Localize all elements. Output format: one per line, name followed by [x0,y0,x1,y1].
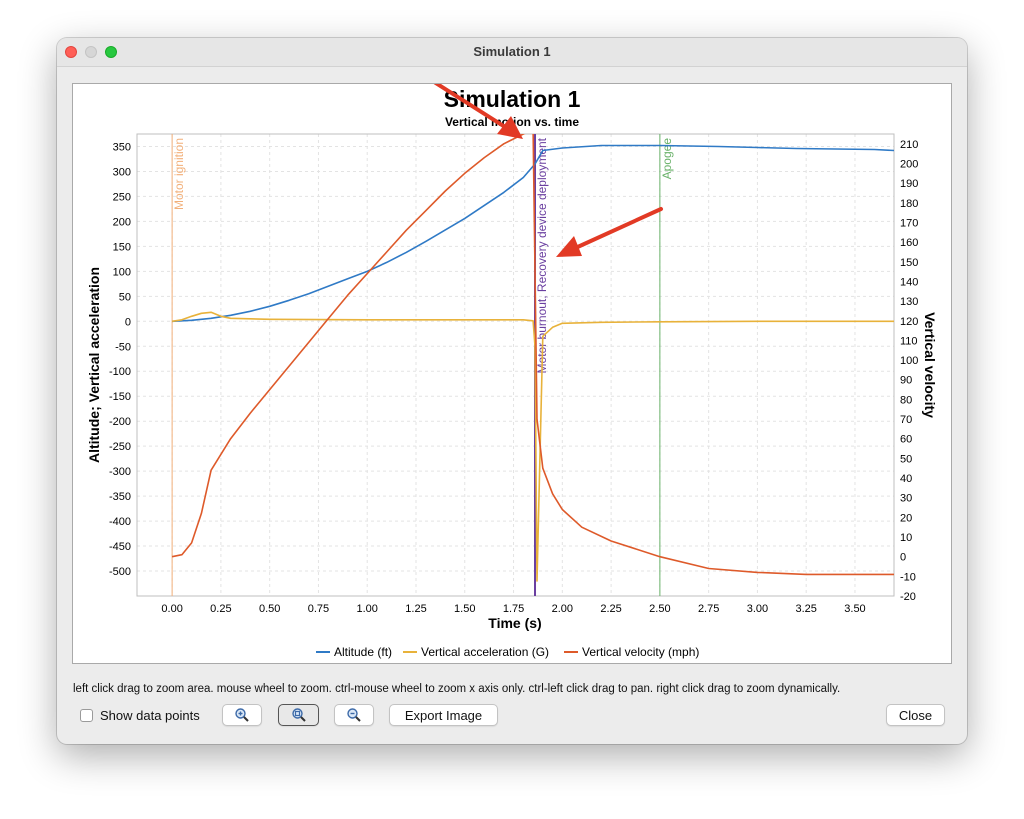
right-tick-label: 190 [900,178,918,190]
export-image-button[interactable]: Export Image [389,704,498,726]
show-data-points-checkbox[interactable] [80,708,93,722]
left-tick-label: -200 [109,416,131,428]
legend-velocity-label: Vertical velocity (mph) [582,645,699,659]
zoom-fit-icon [291,708,306,722]
x-tick-label: 0.50 [259,603,280,615]
x-tick-label: 0.25 [210,603,231,615]
left-tick-label: -300 [109,466,131,478]
x-tick-label: 1.50 [454,603,475,615]
event-label: Motor ignition [172,138,186,210]
x-axis-ticks: 0.00 0.25 0.50 0.75 1.00 1.25 1.50 1.75 2.00 2.25… [161,603,865,615]
x-tick-label: 3.25 [795,603,816,615]
left-axis-ticks: 350 300 250 200 150 100 50 0 -50 -100 -150 -200 -250… [109,141,131,578]
left-tick-label: 100 [113,266,131,278]
zoom-in-button[interactable] [222,704,262,726]
left-tick-label: -150 [109,391,131,403]
annotation-arrow-middle [556,207,663,257]
right-tick-label: 70 [900,414,912,426]
zoom-fit-button[interactable] [278,704,319,726]
left-tick-label: 250 [113,191,131,203]
x-tick-label: 1.00 [357,603,378,615]
x-tick-label: 0.75 [308,603,329,615]
right-tick-label: 200 [900,158,918,170]
x-tick-label: 3.50 [844,603,865,615]
data-series [171,134,894,582]
left-tick-label: -350 [109,491,131,503]
right-tick-label: 130 [900,296,918,308]
left-tick-label: -50 [115,341,131,353]
left-tick-label: 0 [125,316,131,328]
zoom-instructions: left click drag to zoom area. mouse whee… [73,683,841,695]
chart-svg[interactable]: Simulation 1 Vertical motion vs. time Mo… [73,84,951,663]
plot-area[interactable] [136,133,895,597]
right-tick-label: 110 [900,335,918,347]
right-tick-label: 40 [900,473,912,485]
chart-panel[interactable]: Simulation 1 Vertical motion vs. time Mo… [72,83,952,664]
x-tick-label: 0.00 [161,603,182,615]
x-tick-label: 2.75 [698,603,719,615]
left-tick-label: -250 [109,441,131,453]
event-label: Apogee [660,138,674,180]
right-tick-label: 150 [900,257,918,269]
show-data-points-toggle[interactable]: Show data points [80,706,200,724]
right-tick-label: 100 [900,355,918,367]
left-tick-label: 50 [119,291,131,303]
close-button[interactable]: Close [886,704,945,726]
legend-acceleration-label: Vertical acceleration (G) [421,645,549,659]
title-bar[interactable]: Simulation 1 [57,38,967,67]
right-tick-label: 60 [900,434,912,446]
right-tick-label: -10 [900,571,916,583]
x-tick-label: 3.00 [747,603,768,615]
x-axis-label: Time (s) [488,615,541,631]
left-tick-label: 300 [113,166,131,178]
left-tick-label: 350 [113,141,131,153]
legend-altitude-label: Altitude (ft) [334,645,392,659]
zoom-out-button[interactable] [334,704,374,726]
left-axis-label: Altitude; Vertical acceleration [86,267,102,463]
left-tick-label: -400 [109,516,131,528]
right-tick-label: 20 [900,512,912,524]
right-axis-label: Vertical velocity [922,312,938,418]
right-tick-label: 50 [900,453,912,465]
simulation-window: Simulation 1 Simulation 1 Vertical motio… [57,38,967,744]
window-title: Simulation 1 [473,44,551,59]
right-tick-label: -20 [900,591,916,603]
right-axis-ticks: 2102001901801701601501401301201101009080… [900,139,918,603]
zoom-out-icon [347,708,361,722]
right-tick-label: 10 [900,532,912,544]
right-tick-label: 90 [900,375,912,387]
event-markers: Motor ignition Motor burnout, Recovery de… [171,134,674,596]
right-tick-label: 210 [900,139,918,151]
left-tick-label: -100 [109,366,131,378]
grid-lines [137,134,894,596]
x-tick-label: 1.25 [405,603,426,615]
x-tick-label: 2.25 [600,603,621,615]
right-tick-label: 0 [900,552,906,564]
right-tick-label: 80 [900,394,912,406]
x-tick-label: 2.50 [649,603,670,615]
right-tick-label: 30 [900,493,912,505]
show-data-points-label: Show data points [100,707,200,723]
legend: Altitude (ft) Vertical acceleration (G) … [316,645,699,659]
left-tick-label: -450 [109,541,131,553]
zoom-in-icon [235,708,249,722]
right-tick-label: 170 [900,217,918,229]
x-tick-label: 1.75 [503,603,524,615]
left-tick-label: 150 [113,241,131,253]
right-tick-label: 160 [900,237,918,249]
right-tick-label: 120 [900,316,918,328]
left-tick-label: -500 [109,566,131,578]
right-tick-label: 180 [900,198,918,210]
left-tick-label: 200 [113,216,131,228]
x-tick-label: 2.00 [552,603,573,615]
right-tick-label: 140 [900,276,918,288]
